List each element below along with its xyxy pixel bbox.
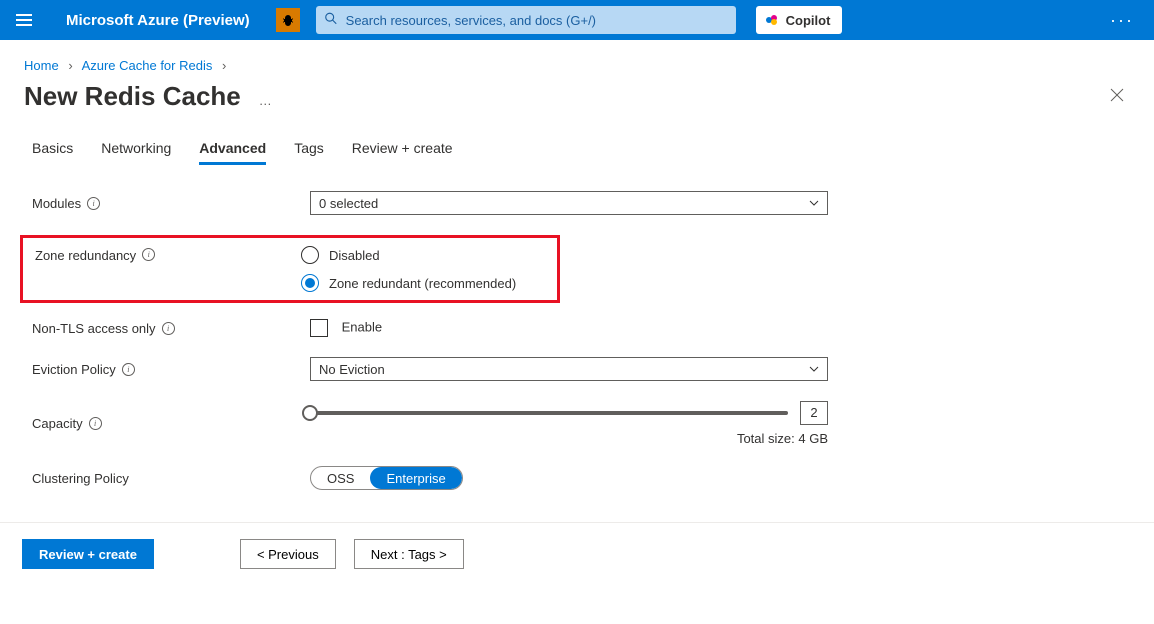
zone-redundancy-radio-group: Disabled Zone redundant (recommended) bbox=[301, 246, 516, 292]
zone-redundancy-highlight: Zone redundancy i Disabled Zone redundan… bbox=[20, 235, 560, 303]
row-modules: Modules i 0 selected bbox=[32, 191, 1130, 215]
search-icon bbox=[324, 12, 338, 29]
capacity-slider[interactable] bbox=[310, 411, 788, 415]
label-capacity: Capacity bbox=[32, 416, 83, 431]
more-icon[interactable]: ··· bbox=[1102, 6, 1142, 35]
tab-review[interactable]: Review + create bbox=[352, 140, 453, 165]
toggle-oss[interactable]: OSS bbox=[311, 467, 370, 489]
top-bar: Microsoft Azure (Preview) Copilot ··· bbox=[0, 0, 1154, 40]
radio-redundant-label: Zone redundant (recommended) bbox=[329, 276, 516, 291]
previous-button[interactable]: < Previous bbox=[240, 539, 336, 569]
tab-bar: Basics Networking Advanced Tags Review +… bbox=[32, 140, 1130, 165]
label-eviction: Eviction Policy bbox=[32, 362, 116, 377]
total-size-label: Total size: 4 GB bbox=[310, 431, 828, 446]
breadcrumb-home[interactable]: Home bbox=[24, 58, 59, 73]
tab-tags[interactable]: Tags bbox=[294, 140, 324, 165]
chevron-right-icon: › bbox=[68, 58, 72, 73]
clustering-toggle: OSS Enterprise bbox=[310, 466, 463, 490]
non-tls-checkbox-label: Enable bbox=[342, 319, 382, 334]
search-box bbox=[316, 6, 736, 34]
menu-icon[interactable] bbox=[12, 10, 36, 30]
toggle-enterprise[interactable]: Enterprise bbox=[370, 467, 461, 489]
copilot-button[interactable]: Copilot bbox=[756, 6, 843, 34]
chevron-right-icon: › bbox=[222, 58, 226, 73]
label-modules: Modules bbox=[32, 196, 81, 211]
breadcrumb-redis[interactable]: Azure Cache for Redis bbox=[82, 58, 213, 73]
eviction-select[interactable]: No Eviction bbox=[310, 357, 828, 381]
non-tls-checkbox[interactable] bbox=[310, 319, 328, 337]
info-icon[interactable]: i bbox=[142, 248, 155, 261]
tab-advanced[interactable]: Advanced bbox=[199, 140, 266, 165]
modules-select[interactable]: 0 selected bbox=[310, 191, 828, 215]
row-capacity: Capacity i 2 Total size: 4 GB bbox=[32, 401, 1130, 446]
info-icon[interactable]: i bbox=[87, 197, 100, 210]
radio-disabled-label: Disabled bbox=[329, 248, 380, 263]
row-eviction: Eviction Policy i No Eviction bbox=[32, 357, 1130, 381]
capacity-value[interactable]: 2 bbox=[800, 401, 828, 425]
radio-zone-redundant[interactable]: Zone redundant (recommended) bbox=[301, 274, 516, 292]
close-icon[interactable] bbox=[1104, 82, 1130, 111]
footer-bar: Review + create < Previous Next : Tags > bbox=[0, 522, 1154, 585]
info-icon[interactable]: i bbox=[89, 417, 102, 430]
label-non-tls: Non-TLS access only bbox=[32, 321, 156, 336]
tab-basics[interactable]: Basics bbox=[32, 140, 73, 165]
label-clustering: Clustering Policy bbox=[32, 471, 129, 486]
radio-circle-icon bbox=[301, 246, 319, 264]
radio-disabled[interactable]: Disabled bbox=[301, 246, 516, 264]
row-non-tls: Non-TLS access only i Enable bbox=[32, 319, 1130, 337]
modules-value: 0 selected bbox=[319, 196, 378, 211]
breadcrumb: Home › Azure Cache for Redis › bbox=[0, 40, 1154, 77]
content-area: Basics Networking Advanced Tags Review +… bbox=[0, 122, 1154, 522]
chevron-down-icon bbox=[809, 198, 819, 208]
next-button[interactable]: Next : Tags > bbox=[354, 539, 464, 569]
title-row: New Redis Cache … bbox=[0, 77, 1154, 122]
review-create-button[interactable]: Review + create bbox=[22, 539, 154, 569]
info-icon[interactable]: i bbox=[162, 322, 175, 335]
eviction-value: No Eviction bbox=[319, 362, 385, 377]
copilot-icon bbox=[764, 12, 780, 28]
chevron-down-icon bbox=[809, 364, 819, 374]
search-input[interactable] bbox=[316, 6, 736, 34]
brand-title[interactable]: Microsoft Azure (Preview) bbox=[46, 12, 258, 29]
slider-thumb[interactable] bbox=[302, 405, 318, 421]
row-clustering: Clustering Policy OSS Enterprise bbox=[32, 466, 1130, 490]
page-title: New Redis Cache bbox=[24, 81, 241, 112]
title-more-icon[interactable]: … bbox=[259, 93, 273, 108]
tab-networking[interactable]: Networking bbox=[101, 140, 171, 165]
copilot-label: Copilot bbox=[786, 13, 831, 28]
info-icon[interactable]: i bbox=[122, 363, 135, 376]
label-zone-redundancy: Zone redundancy bbox=[35, 248, 136, 263]
radio-circle-icon bbox=[301, 274, 319, 292]
bug-icon[interactable] bbox=[276, 8, 300, 32]
